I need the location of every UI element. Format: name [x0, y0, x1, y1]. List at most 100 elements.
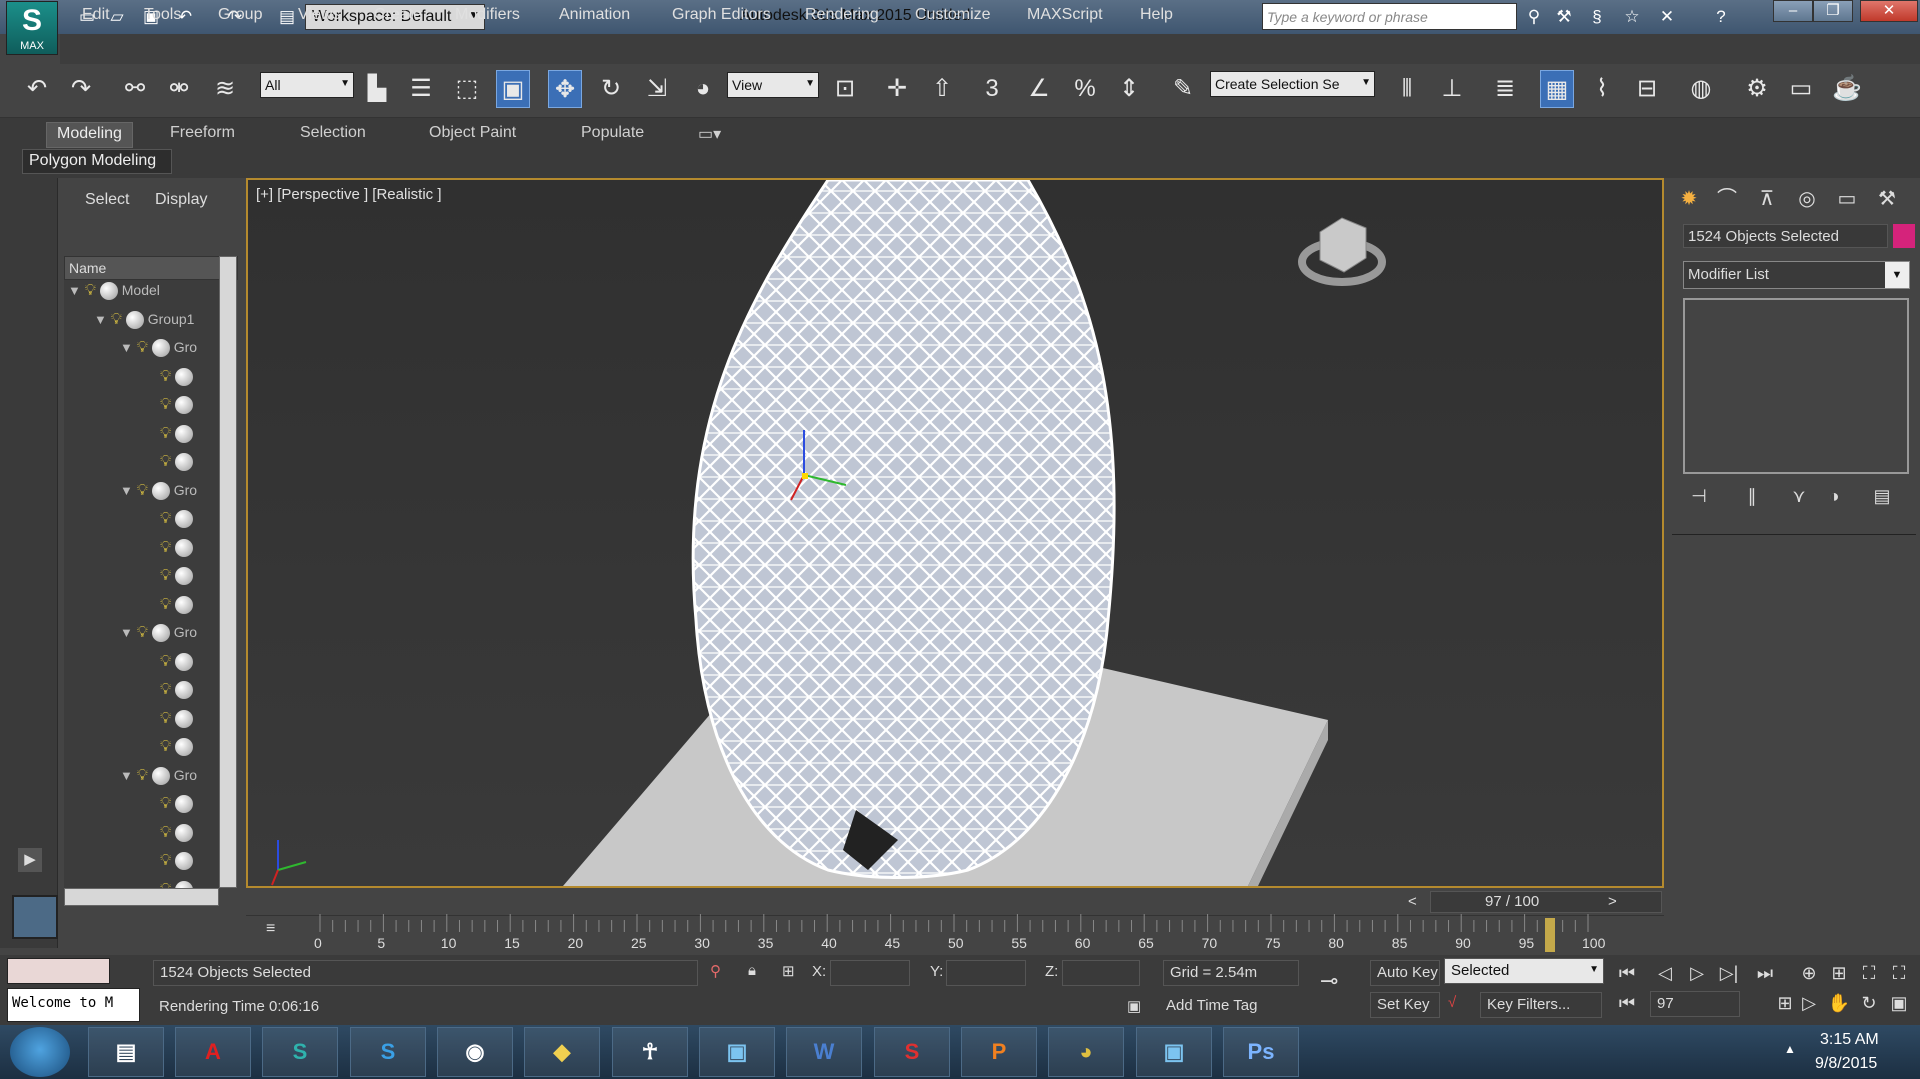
tree-row[interactable]: 💡︎ [146, 880, 194, 889]
visibility-sphere-icon[interactable] [175, 367, 194, 386]
visibility-sphere-icon[interactable] [175, 538, 194, 557]
place-icon[interactable]: ◕ [686, 70, 720, 108]
visibility-sphere-icon[interactable] [175, 396, 194, 415]
key-filters-button[interactable]: Key Filters... [1480, 992, 1602, 1018]
app-menu-button[interactable]: S MAX [6, 1, 58, 55]
redo-icon[interactable]: ↷ [64, 70, 98, 108]
tab-modeling[interactable]: Modeling [46, 122, 133, 148]
create-tab-icon[interactable]: ✹ [1672, 182, 1706, 216]
current-frame-field[interactable]: 97 [1650, 991, 1740, 1017]
isolate-pin-icon[interactable]: ⚲ [710, 962, 721, 980]
lightbulb-icon[interactable]: 💡︎ [160, 539, 171, 556]
prev-frame-arrow-icon[interactable]: < [1408, 893, 1417, 910]
angle-snap-icon[interactable]: ∠ [1022, 70, 1056, 108]
lightbulb-icon[interactable]: 💡︎ [160, 881, 171, 889]
help-icon[interactable]: ? [1710, 6, 1732, 28]
visibility-sphere-icon[interactable] [175, 823, 194, 842]
tree-row[interactable]: 💡︎ [146, 795, 194, 821]
minimize-button[interactable]: ‒ [1773, 0, 1813, 22]
modifier-list-dropdown[interactable]: Modifier List ▼ [1683, 261, 1910, 289]
visibility-sphere-icon[interactable] [151, 481, 170, 500]
tree-row[interactable]: 💡︎ [146, 595, 194, 622]
close-button[interactable]: ✕ [1860, 0, 1918, 22]
lightbulb-icon[interactable]: 💡︎ [160, 453, 171, 470]
go-to-start-icon[interactable]: ⏮ [1614, 961, 1640, 985]
name-column-header[interactable]: Name [64, 256, 238, 280]
manipulate-icon[interactable]: ✛ [880, 70, 914, 108]
maximize-button[interactable]: ❐ [1813, 0, 1853, 22]
pin-stack-icon[interactable]: ⊣ [1685, 486, 1713, 512]
rectangle-selection-icon[interactable]: ⬚ [450, 70, 484, 108]
key-mode-icon[interactable]: ⊸ [1320, 968, 1338, 994]
pan-view-icon[interactable]: ✋ [1826, 991, 1852, 1015]
project-folder-icon[interactable]: ▤ [276, 6, 298, 28]
undo-icon[interactable]: ↶ [20, 70, 54, 108]
taskbar-folder-icon[interactable]: ◆ [524, 1027, 600, 1077]
remove-modifier-icon[interactable]: ◑ [1820, 486, 1848, 512]
zoom-icon[interactable]: ⊕ [1796, 961, 1822, 985]
utilities-tab-icon[interactable]: ⚒ [1870, 182, 1904, 216]
tree-row[interactable]: 💡︎ [146, 510, 194, 536]
mirror-icon[interactable]: ⫴ [1390, 70, 1424, 108]
tree-vertical-scrollbar[interactable] [219, 256, 237, 888]
lightbulb-icon[interactable]: 💡︎ [85, 282, 96, 299]
menu-rendering[interactable]: Rendering [805, 6, 879, 24]
y-coordinate-field[interactable] [946, 960, 1026, 986]
curve-editor-icon[interactable]: ⌇ [1585, 70, 1619, 108]
keyboard-shortcut-icon[interactable]: ⇧ [925, 70, 959, 108]
expand-triangle-icon[interactable]: ▼ [94, 312, 107, 327]
zoom-extents-all-icon[interactable]: ⛶ [1886, 961, 1912, 985]
pivot-center-icon[interactable]: ⊡ [828, 70, 862, 108]
modify-tab-icon[interactable]: ⌒ [1710, 182, 1744, 216]
tree-row[interactable]: ▼ 💡︎ Group1 [94, 311, 194, 337]
visibility-sphere-icon[interactable] [175, 424, 194, 443]
select-move-icon[interactable]: ✥ [548, 70, 582, 108]
play-arrow-icon[interactable]: ▶ [18, 848, 42, 872]
render-production-icon[interactable]: ☕ [1830, 70, 1864, 108]
auto-key-button[interactable]: Auto Key [1370, 960, 1440, 986]
binoculars-icon[interactable]: ⚲ [1523, 6, 1545, 28]
orbit-icon[interactable]: ↻ [1856, 991, 1882, 1015]
display-tab-icon[interactable]: ▭ [1830, 182, 1864, 216]
subscription-icon[interactable]: ⚒ [1553, 6, 1575, 28]
visibility-sphere-icon[interactable] [151, 766, 170, 785]
play-icon[interactable]: ▷ [1684, 961, 1710, 985]
go-to-end-icon[interactable]: ⏭ [1752, 961, 1778, 985]
lightbulb-icon[interactable]: 💡︎ [160, 795, 171, 812]
tree-row[interactable]: 💡︎ [146, 681, 194, 707]
motion-tab-icon[interactable]: ◎ [1790, 182, 1824, 216]
expand-triangle-icon[interactable]: ▼ [68, 283, 81, 298]
lightbulb-icon[interactable]: 💡︎ [137, 624, 148, 641]
maxscript-welcome[interactable]: Welcome to M [7, 988, 140, 1022]
exchange-x-icon[interactable]: ✕ [1656, 6, 1678, 28]
menu-animation[interactable]: Animation [559, 6, 630, 24]
add-time-tag-button[interactable]: Add Time Tag [1160, 994, 1298, 1020]
next-frame-icon[interactable]: ▷| [1716, 961, 1742, 985]
explorer-tab-display[interactable]: Display [155, 191, 207, 209]
selection-filter-dropdown[interactable]: All ▼ [260, 72, 354, 98]
bind-space-warp-icon[interactable]: ≋ [208, 70, 242, 108]
visibility-sphere-icon[interactable] [175, 709, 194, 728]
tree-row[interactable]: 💡︎ [146, 852, 194, 878]
tab-selection[interactable]: Selection [290, 122, 376, 148]
taskbar-pages-icon[interactable]: P [961, 1027, 1037, 1077]
visibility-sphere-icon[interactable] [175, 880, 194, 888]
make-unique-icon[interactable]: ⋎ [1785, 486, 1813, 512]
expand-triangle-icon[interactable]: ▼ [120, 625, 133, 640]
absolute-mode-icon[interactable]: ⊞ [782, 962, 795, 980]
lightbulb-icon[interactable]: 💡︎ [137, 767, 148, 784]
visibility-sphere-icon[interactable] [175, 595, 194, 614]
visibility-sphere-icon[interactable] [99, 282, 118, 301]
reference-coordinate-dropdown[interactable]: View ▼ [727, 72, 819, 98]
snaps-toggle-icon[interactable]: 3 [975, 70, 1009, 108]
select-object-icon[interactable]: ▙ [360, 70, 394, 108]
taskbar-photoshop-icon[interactable]: Ps [1223, 1027, 1299, 1077]
set-key-curve-icon[interactable]: √ [1448, 994, 1456, 1011]
rendered-frame-icon[interactable]: ▭ [1784, 70, 1818, 108]
taskbar-figure-icon[interactable]: ☥ [612, 1027, 688, 1077]
visibility-sphere-icon[interactable] [175, 681, 194, 700]
tree-row[interactable]: 💡︎ [146, 453, 194, 479]
maximize-viewport-icon[interactable]: ▣ [1886, 991, 1912, 1015]
lightbulb-icon[interactable]: 💡︎ [160, 425, 171, 442]
visibility-sphere-icon[interactable] [175, 738, 194, 757]
